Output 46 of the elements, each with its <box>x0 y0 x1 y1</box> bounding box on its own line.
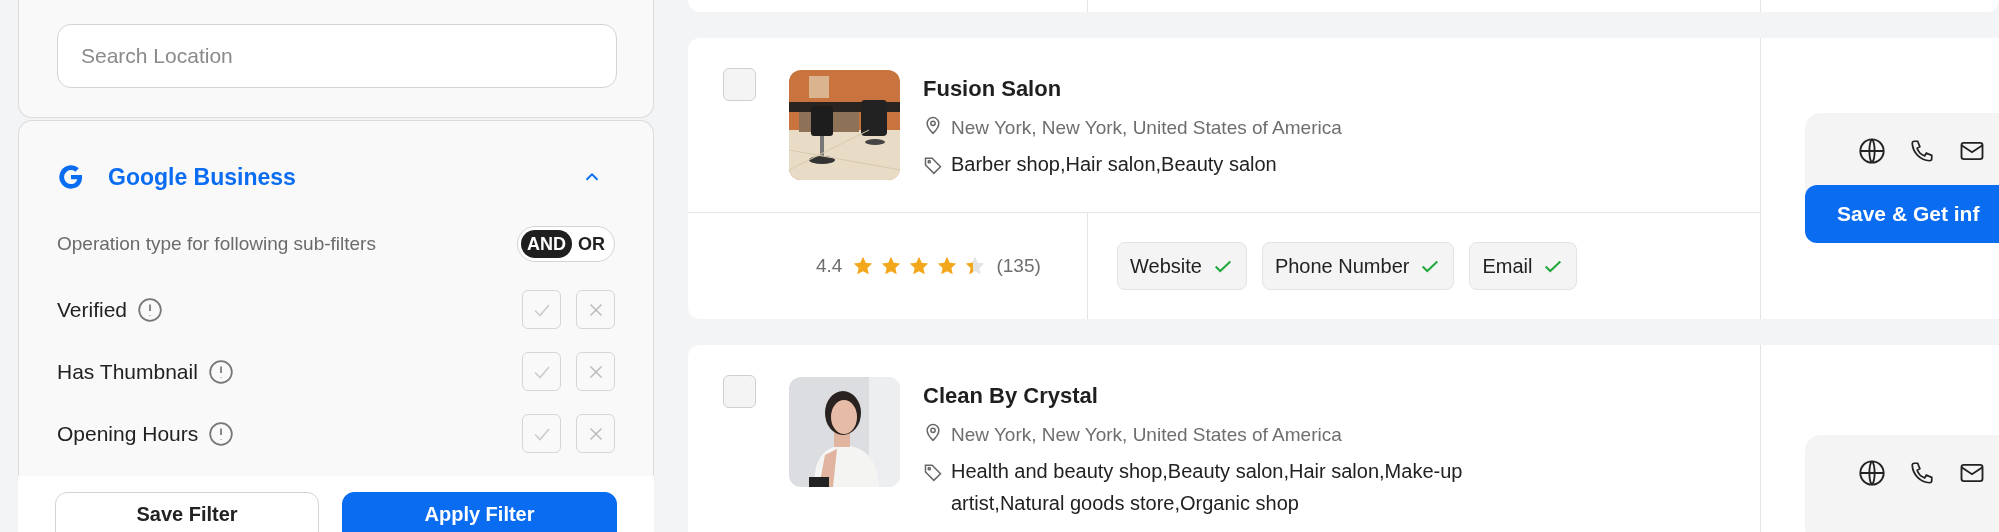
info-icon <box>207 358 234 385</box>
category-text: Barber shop,Hair salon,Beauty salon <box>951 151 1278 177</box>
location-text: New York, New York, United States of America <box>951 116 1342 140</box>
section-title: Google Business <box>108 162 296 192</box>
exclude-button[interactable] <box>576 414 615 453</box>
checkbox[interactable] <box>723 68 756 101</box>
include-button[interactable] <box>522 352 561 391</box>
save-button[interactable]: Save Filter <box>55 492 319 532</box>
chip-label: Website <box>1130 254 1202 279</box>
search-field[interactable]: Search Location <box>57 24 617 88</box>
include-button[interactable] <box>522 414 561 453</box>
info-icon <box>137 296 164 323</box>
checkbox[interactable] <box>723 375 756 408</box>
location-pin-icon <box>923 115 943 135</box>
phone-icon[interactable] <box>1909 460 1935 486</box>
star-icon <box>908 255 931 277</box>
business-name: Fusion Salon <box>923 75 1063 103</box>
toggle-option[interactable]: OR <box>572 230 611 258</box>
location-text: New York, New York, United States of America <box>951 423 1342 447</box>
star-icon <box>880 255 903 277</box>
filter-label: Opening Hours <box>57 420 199 447</box>
star-icon <box>936 255 959 277</box>
info-icon <box>208 420 235 447</box>
globe-icon[interactable] <box>1858 137 1886 165</box>
star-icon <box>964 255 987 277</box>
include-button[interactable] <box>522 290 561 329</box>
toggle-option[interactable]: AND <box>521 230 572 258</box>
operation-label: Operation type for following sub-filters <box>57 231 376 256</box>
and-or-toggle[interactable]: AND OR <box>517 226 615 262</box>
phone-icon[interactable] <box>1909 138 1935 164</box>
google-g-icon <box>57 163 85 191</box>
category-text: Health and beauty shop,Beauty salon,Hair salon,Make-up artist,Natural goods store,Organic shop <box>951 458 1464 516</box>
rating-value: 4.4 <box>816 253 843 278</box>
exclude-button[interactable] <box>576 290 615 329</box>
chip-label: Phone Number <box>1274 254 1410 279</box>
chip-label: Email <box>1482 254 1533 279</box>
exclude-button[interactable] <box>576 352 615 391</box>
save-get-info-button[interactable]: Save & Get inf <box>1805 185 1999 243</box>
star-icon <box>852 255 875 277</box>
location-pin-icon <box>923 422 943 442</box>
filter-label: Has Thumbnail <box>57 358 198 385</box>
review-count: (135) <box>996 253 1041 278</box>
business-name: Clean By Crystal <box>923 382 1099 410</box>
filter-label: Verified <box>57 296 128 323</box>
globe-icon[interactable] <box>1858 459 1886 487</box>
apply-button[interactable]: Apply Filter <box>342 492 617 532</box>
